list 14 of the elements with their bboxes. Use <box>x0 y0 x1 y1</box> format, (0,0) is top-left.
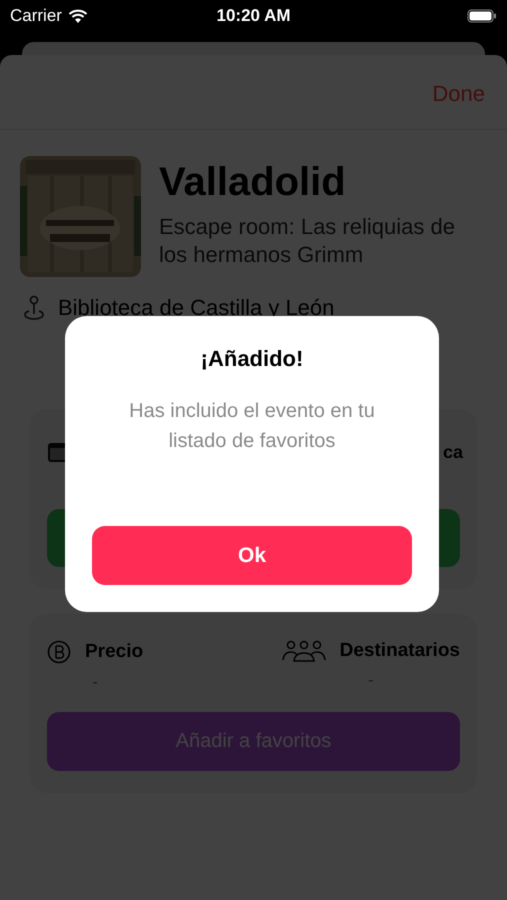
event-title: Escape room: Las reliquias de los hermanos Grimm <box>159 213 456 269</box>
info-value: - <box>368 672 374 690</box>
carrier-label: Carrier <box>10 6 62 26</box>
info-value: - <box>92 674 98 692</box>
alert-title: ¡Añadido! <box>200 346 304 372</box>
date-label: ca <box>442 442 463 462</box>
info-label: Precio <box>85 641 144 663</box>
ok-button[interactable]: Ok <box>92 526 412 585</box>
clock-time: 10:20 AM <box>216 6 291 26</box>
wifi-icon <box>68 8 88 24</box>
city-title: Valladolid <box>159 160 347 205</box>
alert-message: Has incluido el evento en tu listado de favoritos <box>128 399 376 454</box>
info-label: Destinatarios <box>340 640 460 662</box>
battery-icon <box>467 9 498 23</box>
